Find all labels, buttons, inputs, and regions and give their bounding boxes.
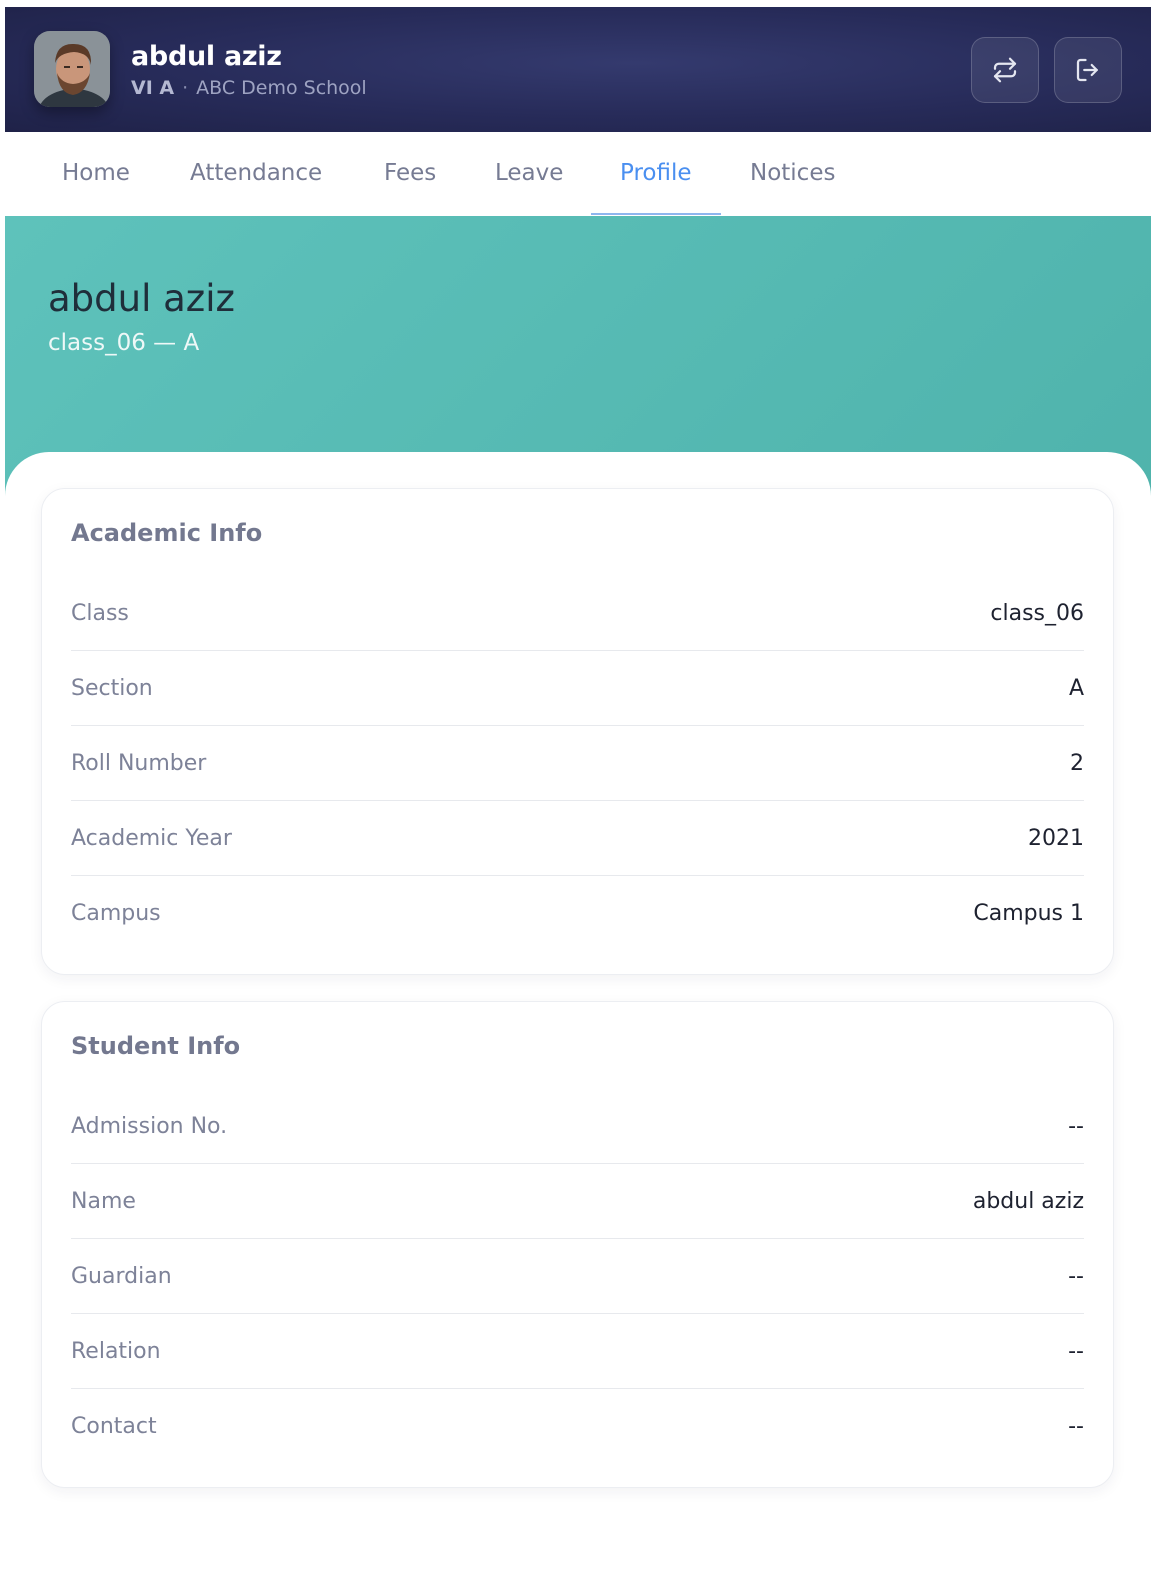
row-value: --	[1068, 1263, 1084, 1289]
switch-arrows-icon	[993, 57, 1017, 83]
row-value: Campus 1	[973, 901, 1084, 926]
tab-fees[interactable]: Fees	[384, 132, 436, 216]
student-info-card: Student Info Admission No. -- Name abdul…	[41, 1001, 1114, 1488]
row-value: --	[1068, 1338, 1084, 1364]
row-label: Academic Year	[71, 825, 232, 851]
row-value: 2021	[1028, 825, 1084, 851]
info-row-name: Name abdul aziz	[71, 1164, 1084, 1239]
header-class: VI A	[131, 77, 175, 99]
row-value: 2	[1070, 750, 1084, 776]
tab-notices[interactable]: Notices	[750, 132, 835, 216]
info-row-academic-year: Academic Year 2021	[71, 801, 1084, 876]
profile-sheet: Academic Info Class class_06 Section A R…	[5, 452, 1151, 1578]
app-frame: abdul aziz VI A · ABC Demo School Home Att…	[5, 7, 1151, 1578]
header-school: ABC Demo School	[196, 77, 367, 99]
tab-profile[interactable]: Profile	[620, 132, 692, 216]
row-label: Class	[71, 600, 129, 626]
banner-student-name: abdul aziz	[48, 277, 235, 320]
info-row-contact: Contact --	[71, 1389, 1084, 1464]
row-value: class_06	[990, 600, 1084, 626]
row-label: Name	[71, 1188, 136, 1214]
info-row-section: Section A	[71, 651, 1084, 726]
row-label: Section	[71, 675, 153, 701]
info-row-class: Class class_06	[71, 576, 1084, 651]
banner-class-section: class_06 — A	[48, 330, 200, 356]
row-label: Guardian	[71, 1263, 172, 1289]
logout-button[interactable]	[1054, 37, 1122, 103]
academic-info-card: Academic Info Class class_06 Section A R…	[41, 488, 1114, 975]
avatar[interactable]	[34, 31, 110, 107]
tab-leave[interactable]: Leave	[495, 132, 563, 216]
info-row-campus: Campus Campus 1	[71, 876, 1084, 951]
student-info-title: Student Info	[71, 1032, 241, 1060]
tab-home[interactable]: Home	[62, 132, 130, 216]
app-header: abdul aziz VI A · ABC Demo School	[5, 7, 1151, 132]
row-value: A	[1068, 675, 1084, 701]
logout-icon	[1076, 58, 1098, 82]
switch-button[interactable]	[971, 37, 1039, 103]
academic-info-title: Academic Info	[71, 519, 263, 547]
row-label: Campus	[71, 901, 161, 926]
row-value: --	[1068, 1414, 1084, 1439]
info-row-admission-no: Admission No. --	[71, 1089, 1084, 1164]
nav-tabs: Home Attendance Fees Leave Profile Notic…	[5, 132, 1151, 216]
active-tab-indicator	[591, 213, 721, 215]
header-separator: ·	[182, 77, 189, 99]
row-label: Roll Number	[71, 750, 207, 776]
info-row-guardian: Guardian --	[71, 1239, 1084, 1314]
tab-attendance[interactable]: Attendance	[190, 132, 322, 216]
header-student-name: abdul aziz	[131, 41, 282, 72]
header-subtitle: VI A · ABC Demo School	[131, 77, 367, 99]
info-row-roll-number: Roll Number 2	[71, 726, 1084, 801]
row-value: abdul aziz	[972, 1188, 1084, 1214]
avatar-photo	[34, 31, 110, 107]
row-value: --	[1068, 1113, 1084, 1139]
row-label: Admission No.	[71, 1113, 228, 1139]
info-row-relation: Relation --	[71, 1314, 1084, 1389]
row-label: Relation	[71, 1338, 161, 1364]
row-label: Contact	[71, 1414, 157, 1439]
